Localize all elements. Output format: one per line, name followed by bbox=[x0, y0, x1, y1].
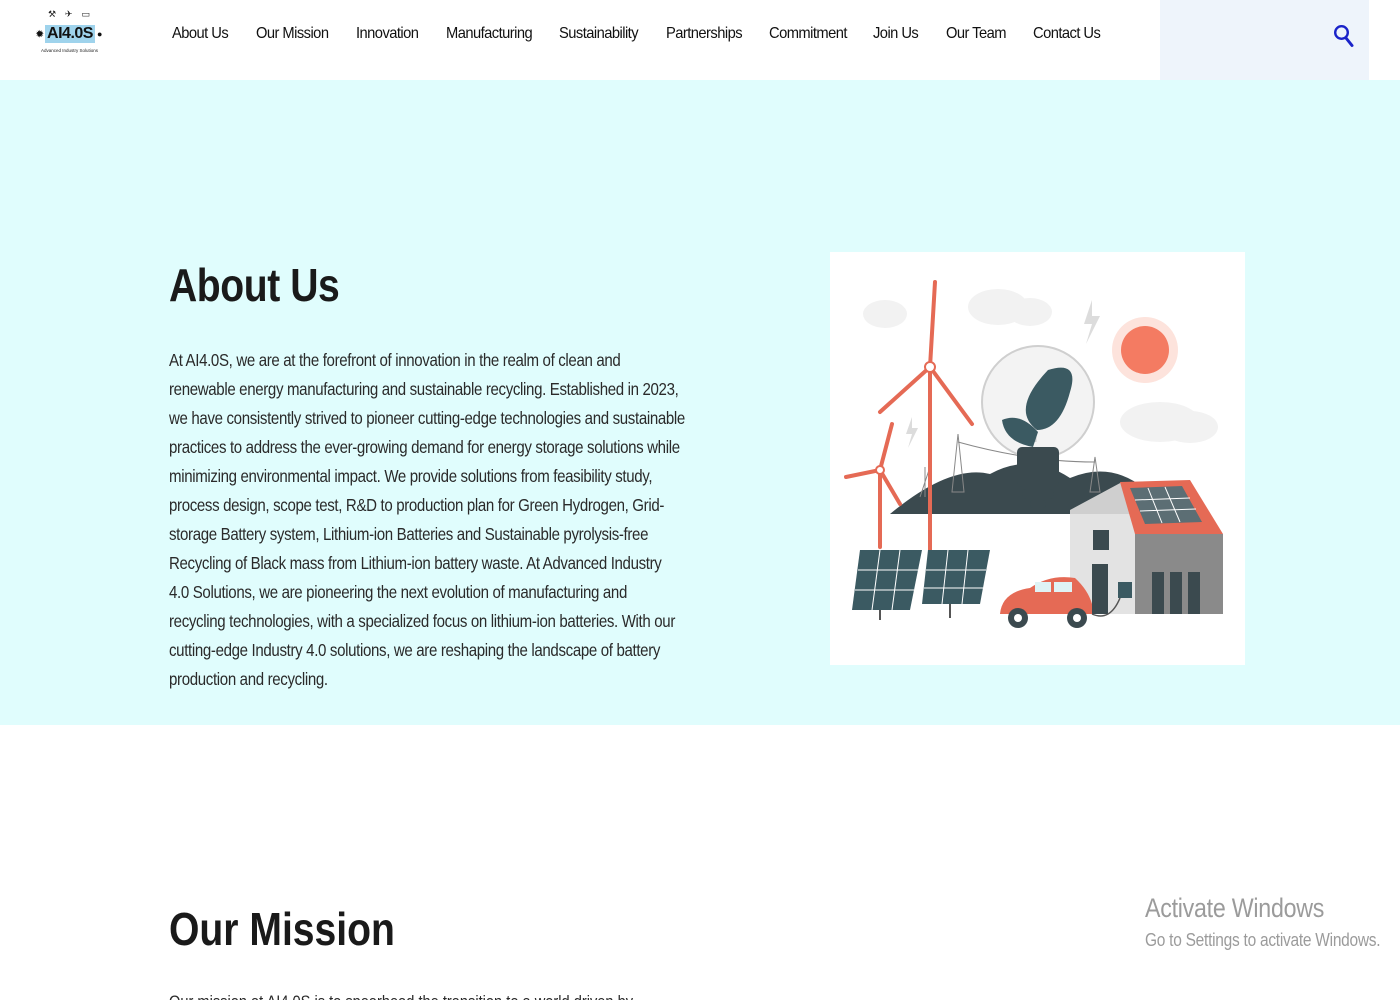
logo-subtitle: Advanced Industry Solutions bbox=[41, 48, 99, 53]
logo-icons: ⚒ ✈ ▭ bbox=[48, 10, 93, 20]
nav-contact-us[interactable]: Contact Us bbox=[1033, 25, 1116, 43]
nav-commitment[interactable]: Commitment bbox=[769, 25, 865, 43]
nav-partnerships[interactable]: Partnerships bbox=[666, 25, 761, 43]
mission-body: Our mission at AI4.0S is to spearhead th… bbox=[169, 992, 685, 1000]
mission-title: Our Mission bbox=[169, 903, 395, 955]
site-header: ⚒ ✈ ▭ ✹ AI4.0S ● Advanced Industry Solut… bbox=[0, 0, 1400, 80]
activate-windows-watermark: Activate Windows Go to Settings to activ… bbox=[1145, 893, 1381, 951]
nav-our-mission[interactable]: Our Mission bbox=[256, 25, 348, 43]
renewable-energy-illustration bbox=[830, 252, 1245, 665]
logo-wordmark: ✹ AI4.0S ● bbox=[36, 25, 102, 43]
about-title: About Us bbox=[169, 259, 340, 311]
nav-our-team[interactable]: Our Team bbox=[946, 25, 1026, 43]
gear-icon: ✹ bbox=[36, 28, 44, 39]
about-section: About Us At AI4.0S, we are at the forefr… bbox=[0, 80, 1400, 725]
about-body: At AI4.0S, we are at the forefront of in… bbox=[169, 350, 685, 689]
nav-sustainability[interactable]: Sustainability bbox=[559, 25, 657, 43]
nav-join-us[interactable]: Join Us bbox=[873, 25, 940, 43]
leaf-icon: ● bbox=[96, 29, 102, 39]
search-icon[interactable] bbox=[1333, 24, 1355, 48]
watermark-title: Activate Windows bbox=[1145, 893, 1325, 923]
main-nav: About Us Our Mission Innovation Manufact… bbox=[172, 25, 1123, 43]
nav-about-us[interactable]: About Us bbox=[172, 25, 249, 43]
site-logo[interactable]: ⚒ ✈ ▭ ✹ AI4.0S ● Advanced Industry Solut… bbox=[36, 8, 106, 58]
nav-manufacturing[interactable]: Manufacturing bbox=[446, 25, 550, 43]
watermark-subtitle: Go to Settings to activate Windows. bbox=[1145, 930, 1381, 950]
logo-text: AI4.0S bbox=[45, 25, 95, 43]
nav-innovation[interactable]: Innovation bbox=[356, 25, 439, 43]
